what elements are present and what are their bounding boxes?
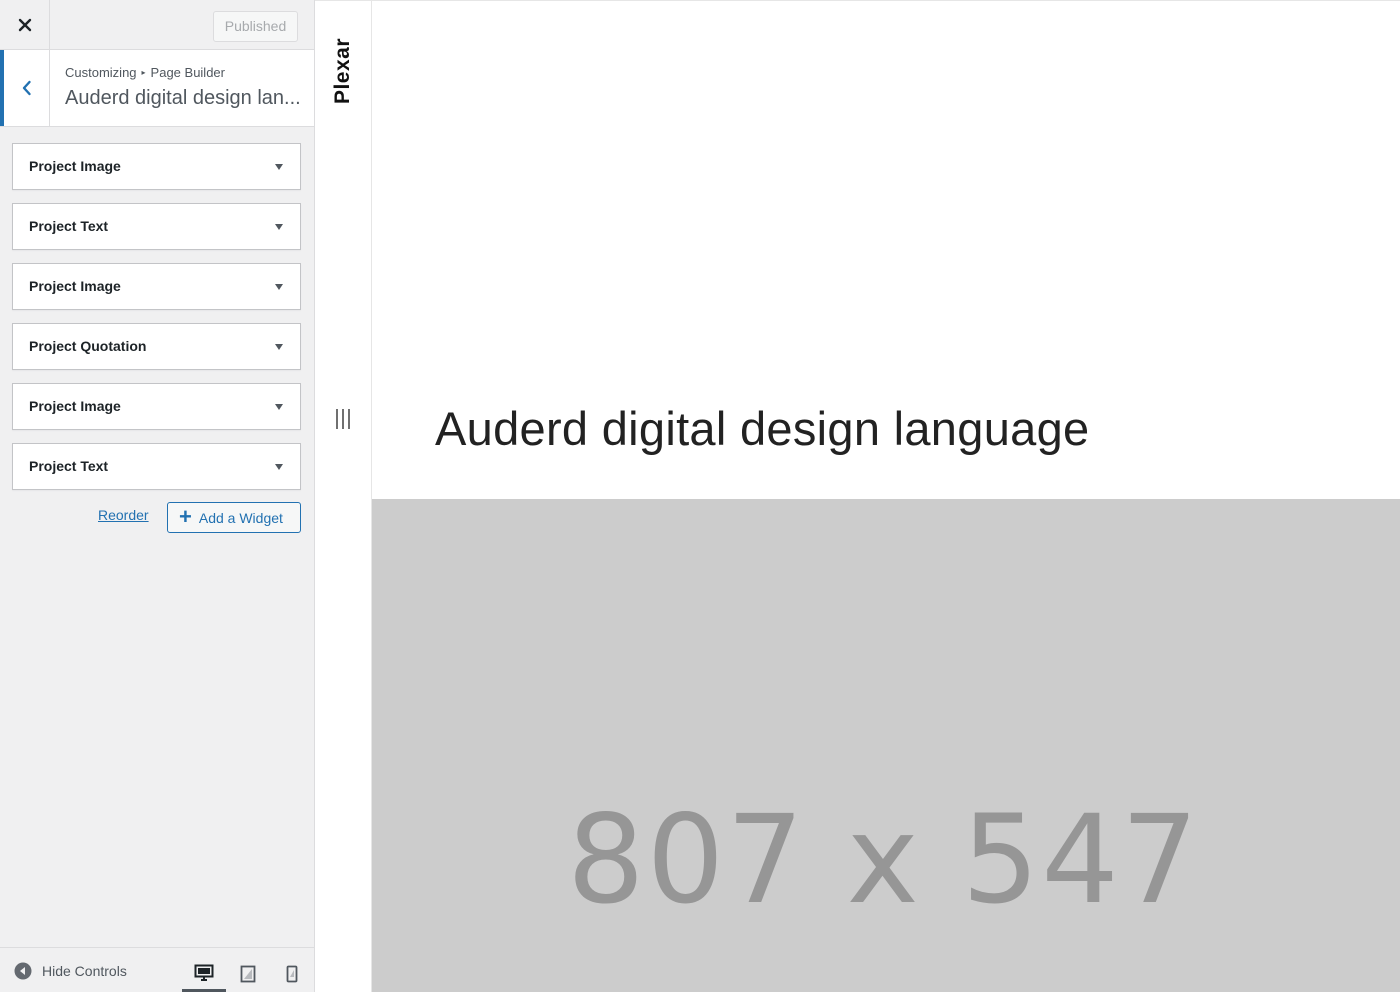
widget-title: Project Quotation xyxy=(29,338,147,354)
widget-title: Project Image xyxy=(29,398,121,414)
desktop-preview-button[interactable] xyxy=(182,956,226,992)
section-header: Customizing ▸ Page Builder Auderd digital … xyxy=(0,50,314,127)
caret-down-icon[interactable] xyxy=(275,224,283,230)
site-logo[interactable]: Plexar xyxy=(331,38,355,104)
widget-title: Project Image xyxy=(29,158,121,174)
widget-title: Project Text xyxy=(29,458,109,474)
site-preview: Plexar Auderd digital design language 80… xyxy=(315,0,1400,992)
widget-item[interactable]: Project Quotation xyxy=(12,323,301,370)
add-widget-button[interactable]: + Add a Widget xyxy=(167,502,301,533)
published-button[interactable]: Published xyxy=(213,11,298,42)
page-title: Auderd digital design language xyxy=(435,402,1090,455)
widget-item[interactable]: Project Image xyxy=(12,263,301,310)
site-vertical-header: Plexar xyxy=(315,1,372,992)
breadcrumb-root: Customizing xyxy=(65,65,137,80)
caret-down-icon[interactable] xyxy=(275,464,283,470)
placeholder-image: 807 x 547 xyxy=(372,499,1400,992)
widget-item[interactable]: Project Text xyxy=(12,443,301,490)
desktop-icon xyxy=(194,964,214,981)
back-button[interactable] xyxy=(0,50,50,126)
caret-down-icon[interactable] xyxy=(275,284,283,290)
caret-down-icon[interactable] xyxy=(275,164,283,170)
sidebar-footer: Hide Controls xyxy=(0,947,314,992)
widget-title: Project Text xyxy=(29,218,109,234)
mobile-icon xyxy=(286,965,298,983)
widget-title: Project Image xyxy=(29,278,121,294)
breadcrumb: Customizing ▸ Page Builder xyxy=(65,65,225,80)
menu-toggle-button[interactable] xyxy=(335,408,351,430)
sidebar-header: Published xyxy=(0,0,314,50)
tablet-icon xyxy=(240,965,256,983)
customizer-sidebar: Published Customizing ▸ Page Builder Auder… xyxy=(0,0,315,992)
hide-controls-label: Hide Controls xyxy=(42,963,127,979)
caret-down-icon[interactable] xyxy=(275,404,283,410)
tablet-preview-button[interactable] xyxy=(226,956,270,992)
placeholder-dimensions-label: 807 x 547 xyxy=(567,789,1201,931)
section-title: Auderd digital design lan... xyxy=(65,87,301,109)
widget-item[interactable]: Project Image xyxy=(12,143,301,190)
plus-icon: + xyxy=(179,503,192,529)
chevron-left-icon xyxy=(22,80,31,96)
breadcrumb-separator: ▸ xyxy=(141,68,146,77)
collapse-arrow-icon xyxy=(14,962,32,980)
close-icon xyxy=(18,18,31,31)
close-button[interactable] xyxy=(0,0,50,49)
widget-item[interactable]: Project Text xyxy=(12,203,301,250)
widget-item[interactable]: Project Image xyxy=(12,383,301,430)
reorder-link[interactable]: Reorder xyxy=(98,507,149,523)
hide-controls-button[interactable]: Hide Controls xyxy=(14,962,127,980)
caret-down-icon[interactable] xyxy=(275,344,283,350)
mobile-preview-button[interactable] xyxy=(270,956,314,992)
breadcrumb-current: Page Builder xyxy=(150,65,225,80)
menu-bars-icon xyxy=(336,409,350,429)
add-widget-label: Add a Widget xyxy=(198,509,283,526)
